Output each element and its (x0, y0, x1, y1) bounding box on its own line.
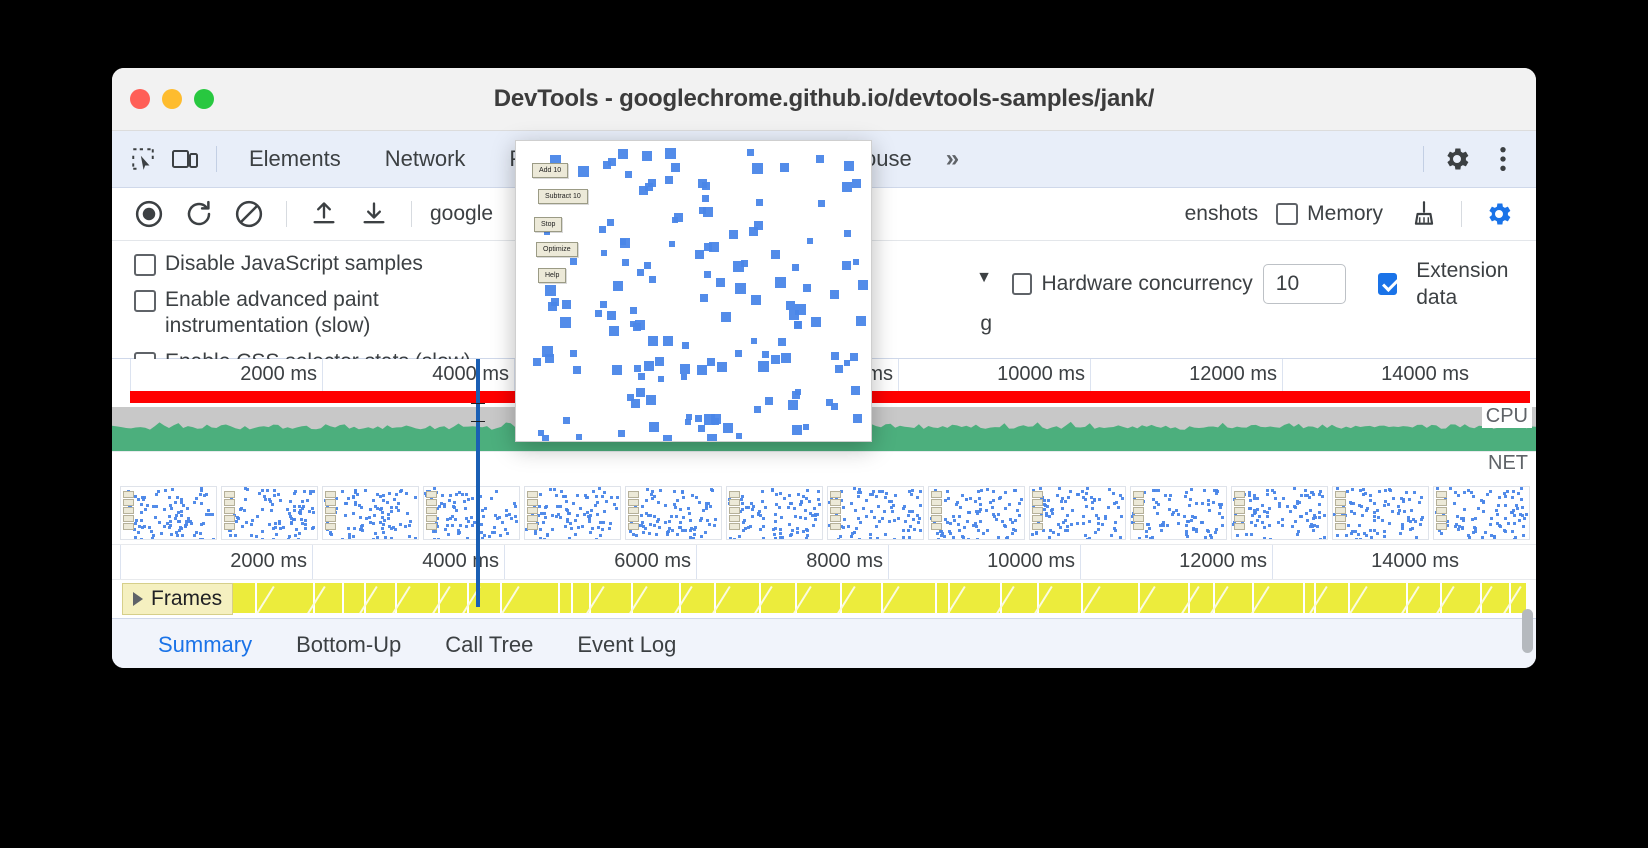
screenshots-label: enshots (1184, 202, 1259, 225)
advanced-paint-instrumentation-checkbox[interactable] (134, 290, 156, 312)
timeline-tick-label: 6000 ms (614, 550, 691, 572)
advanced-paint-instrumentation-label: Enable advanced paint instrumentation (s… (165, 288, 379, 337)
timeline-tick-label: 4000 ms (422, 550, 499, 572)
gear-icon[interactable] (1434, 138, 1480, 180)
overview-tick-label: 12000 ms (1189, 363, 1277, 385)
details-tab-bar: Summary Bottom-Up Call Tree Event Log (112, 618, 1536, 668)
hardware-concurrency-label: Hardware concurrency (1041, 272, 1253, 295)
preview-button-add10: Add 10 (532, 163, 569, 178)
overview-tick-label: 10000 ms (997, 363, 1085, 385)
memory-checkbox-group[interactable]: Memory (1276, 202, 1383, 226)
preview-button-optimize: Optimize (536, 242, 578, 257)
memory-checkbox[interactable] (1276, 203, 1299, 225)
scrollbar-thumb[interactable] (1522, 609, 1533, 653)
toolbar-divider-1 (286, 201, 287, 227)
filmstrip-frame[interactable] (1231, 486, 1328, 540)
overview-tick-label: 2000 ms (240, 363, 317, 385)
capture-settings-right-column: Hardware concurrency 10 Extension data (1002, 251, 1536, 350)
tab-elements[interactable]: Elements (227, 146, 363, 172)
filmstrip-frame[interactable] (1332, 486, 1429, 540)
toolbar-divider-3 (1461, 201, 1462, 227)
extension-data-label: Extension data (1416, 259, 1509, 309)
upload-icon[interactable] (301, 193, 347, 235)
filmstrip-frame[interactable] (120, 486, 217, 540)
frames-bars[interactable] (122, 583, 1526, 613)
filmstrip-frame[interactable] (221, 486, 318, 540)
frames-track[interactable]: Frames (112, 579, 1536, 618)
filmstrip-frame[interactable] (625, 486, 722, 540)
filmstrip-frame[interactable] (1029, 486, 1126, 540)
tabbar-divider (216, 146, 217, 172)
preview-button-subtract10: Subtract 10 (538, 189, 588, 204)
filmstrip[interactable] (112, 482, 1536, 544)
preview-button-help: Help (538, 268, 567, 283)
timeline-tick-label: 8000 ms (806, 550, 883, 572)
throttling-partial-label: g (980, 311, 992, 335)
overview-tick-label: 4000 ms (432, 363, 509, 385)
filmstrip-frame[interactable] (423, 486, 520, 540)
record-icon[interactable] (126, 193, 172, 235)
capture-settings-gear-icon[interactable] (1476, 193, 1522, 235)
tab-call-tree[interactable]: Call Tree (423, 619, 555, 668)
hardware-concurrency-input[interactable]: 10 (1262, 264, 1346, 304)
cpu-band-label: CPU (1481, 405, 1532, 428)
title-bar: DevTools - googlechrome.github.io/devtoo… (112, 68, 1536, 131)
frames-expander-badge[interactable]: Frames (122, 583, 234, 615)
tab-summary[interactable]: Summary (136, 619, 274, 668)
hardware-concurrency-row[interactable]: Hardware concurrency 10 Extension data (1012, 257, 1536, 311)
filmstrip-frame[interactable] (1130, 486, 1227, 540)
reload-record-icon[interactable] (176, 193, 222, 235)
chevron-down-icon[interactable]: ▼ (976, 269, 992, 287)
disable-js-samples-label: Disable JavaScript samples (165, 252, 423, 275)
tab-network[interactable]: Network (363, 146, 488, 172)
download-icon[interactable] (351, 193, 397, 235)
timeline-ruler: 2000 ms 4000 ms 6000 ms 8000 ms 10000 ms… (112, 544, 1536, 579)
filmstrip-frame[interactable] (928, 486, 1025, 540)
filmstrip-screenshot-preview: Add 10 Subtract 10 Stop Optimize Help (515, 140, 872, 442)
filmstrip-frame[interactable] (322, 486, 419, 540)
triangle-right-icon (133, 592, 143, 606)
trace-url-label: google (430, 202, 494, 225)
preview-button-stop: Stop (534, 217, 563, 232)
filmstrip-frame[interactable] (1433, 486, 1530, 540)
hardware-concurrency-checkbox[interactable] (1012, 273, 1032, 295)
timeline-tick-label: 2000 ms (230, 550, 307, 572)
memory-label: Memory (1307, 202, 1383, 225)
screen: DevTools - googlechrome.github.io/devtoo… (0, 0, 1648, 848)
clear-icon[interactable] (226, 193, 272, 235)
filmstrip-frame[interactable] (524, 486, 621, 540)
net-band-label: NET (1484, 452, 1532, 475)
frames-label: Frames (151, 587, 223, 610)
timeline-tick-label: 12000 ms (1179, 550, 1267, 572)
kebab-menu-icon[interactable] (1480, 138, 1526, 180)
tab-event-log[interactable]: Event Log (555, 619, 698, 668)
tab-bottom-up[interactable]: Bottom-Up (274, 619, 423, 668)
disable-js-samples-checkbox[interactable] (134, 254, 156, 276)
timeline-playhead[interactable] (471, 359, 485, 607)
broom-icon[interactable] (1401, 193, 1447, 235)
preview-left-edge (516, 141, 528, 441)
toolbar-divider-2 (411, 201, 412, 227)
inspect-element-icon[interactable] (122, 138, 164, 180)
screenshots-checkbox-group[interactable]: enshots (1176, 202, 1259, 226)
tabbar-divider-right (1423, 146, 1424, 172)
timeline-tick-label: 10000 ms (987, 550, 1075, 572)
overview-tick-label: 14000 ms (1381, 363, 1469, 385)
filmstrip-frame[interactable] (726, 486, 823, 540)
network-band[interactable]: NET (112, 451, 1536, 482)
extension-data-checkbox[interactable] (1377, 273, 1398, 295)
timeline-tick-label: 14000 ms (1371, 550, 1459, 572)
device-toolbar-icon[interactable] (164, 138, 206, 180)
more-tabs-button[interactable]: » (934, 145, 971, 173)
window-title: DevTools - googlechrome.github.io/devtoo… (493, 85, 1155, 112)
filmstrip-frame[interactable] (827, 486, 924, 540)
